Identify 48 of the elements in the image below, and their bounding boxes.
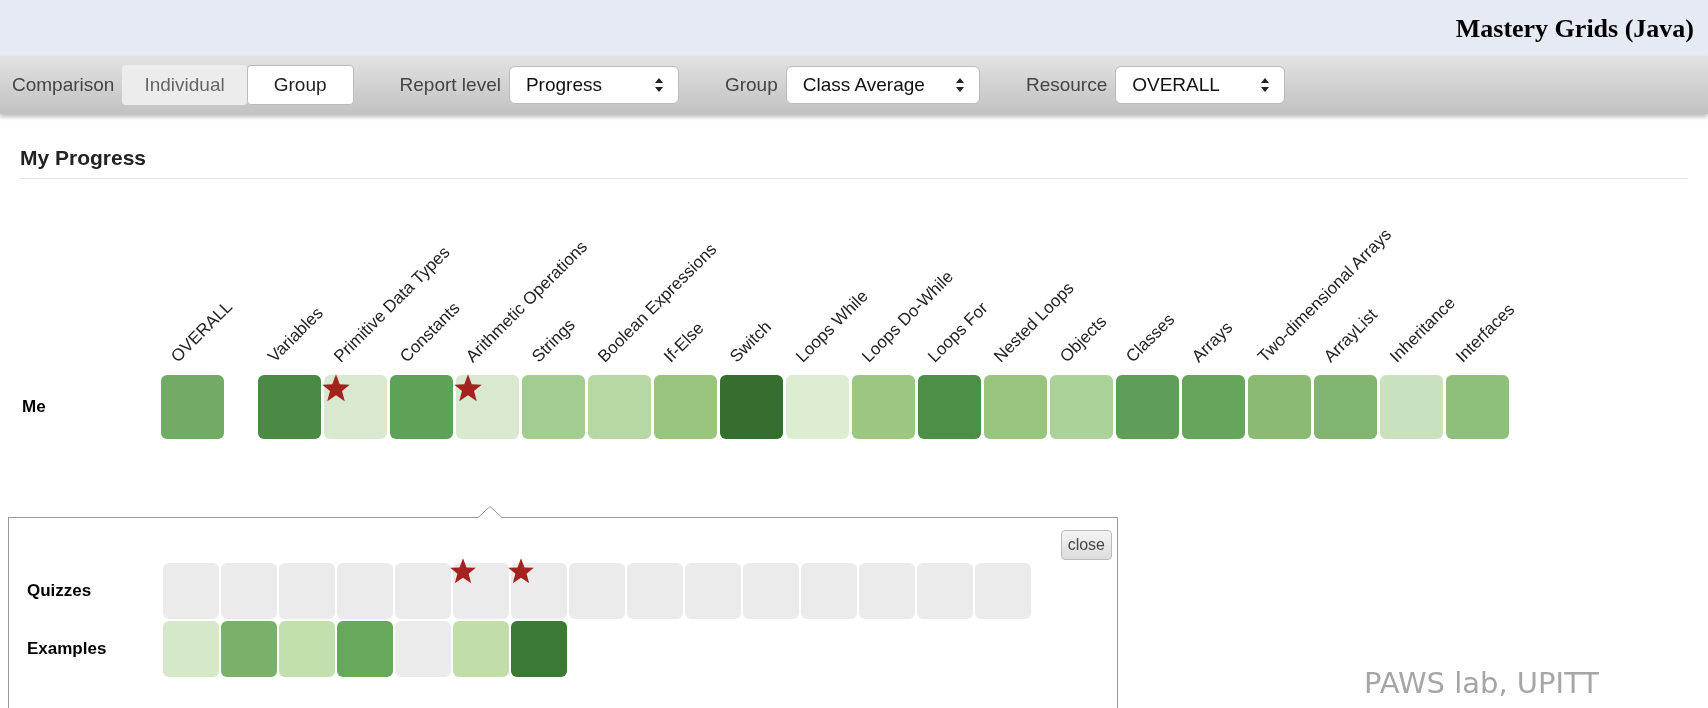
topic-cell[interactable] xyxy=(456,374,519,439)
up-down-caret-icon xyxy=(1260,77,1271,93)
resource-cell[interactable] xyxy=(453,563,509,619)
topic-cell[interactable] xyxy=(1446,374,1509,439)
topic-cell[interactable] xyxy=(1248,374,1311,439)
dropdown-label: Resource xyxy=(1025,72,1108,97)
topic-cell[interactable] xyxy=(984,374,1047,439)
topic-cell[interactable] xyxy=(1182,374,1245,439)
resource-cell[interactable] xyxy=(337,621,393,677)
close-button[interactable]: close xyxy=(1060,530,1112,560)
row-label: Quizzes xyxy=(26,580,93,603)
topic-cell[interactable] xyxy=(1380,374,1443,439)
topic-cell[interactable] xyxy=(324,374,387,439)
topic-cell[interactable] xyxy=(588,374,651,439)
topic-cell[interactable] xyxy=(1050,374,1113,439)
resource-cell[interactable] xyxy=(453,621,509,677)
comparison-toggle[interactable]: Individual xyxy=(122,65,247,105)
topic-cell[interactable] xyxy=(390,374,453,439)
row-label: Me xyxy=(21,395,47,418)
comparison-label: Comparison xyxy=(12,72,115,97)
topic-cell[interactable] xyxy=(161,374,224,439)
resource-cell[interactable] xyxy=(163,621,219,677)
caption: PAWS lab, UPITT xyxy=(1364,665,1600,702)
topic-cell[interactable] xyxy=(654,374,717,439)
resource-cell[interactable] xyxy=(221,621,277,677)
topic-cell[interactable] xyxy=(918,374,981,439)
up-down-caret-icon xyxy=(954,77,965,93)
topic-cell[interactable] xyxy=(720,374,783,439)
resource-cell[interactable] xyxy=(395,563,451,619)
comparison-toggle[interactable]: Group xyxy=(246,65,354,105)
topic-cell[interactable] xyxy=(1314,374,1377,439)
dropdown[interactable]: Progress xyxy=(508,66,679,104)
resource-cell[interactable] xyxy=(279,621,335,677)
row-label: Examples xyxy=(26,638,108,661)
dropdown[interactable]: Class Average xyxy=(785,66,980,104)
topic-cell[interactable] xyxy=(852,374,915,439)
dropdown-label: Report level xyxy=(399,72,501,97)
topic-cell[interactable] xyxy=(1116,374,1179,439)
resource-cell[interactable] xyxy=(511,563,567,619)
up-down-caret-icon xyxy=(653,77,664,93)
topic-cell[interactable] xyxy=(786,374,849,439)
topic-cell[interactable] xyxy=(258,374,321,439)
dropdown[interactable]: OVERALL xyxy=(1115,66,1286,104)
section-title: My Progress xyxy=(20,146,147,169)
topic-cell[interactable] xyxy=(522,374,585,439)
resource-cell[interactable] xyxy=(511,621,567,677)
dropdown-label: Group xyxy=(724,72,778,97)
app-title: Mastery Grids (Java) xyxy=(1455,12,1694,45)
